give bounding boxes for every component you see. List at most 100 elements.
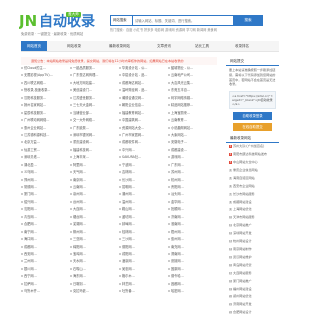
site-link[interactable]: 长沙网... [119, 177, 167, 184]
site-link[interactable]: 重庆建设网... [70, 139, 118, 146]
site-link[interactable]: 江苏盛世服务... [70, 95, 118, 102]
site-link[interactable]: 阿里网... [70, 162, 118, 169]
site-link[interactable]: 常德网... [21, 184, 69, 191]
site-link[interactable]: 芜湖网... [70, 221, 118, 228]
site-link[interactable]: 中兴网... [119, 147, 167, 154]
site-link[interactable]: 儋州网... [168, 236, 216, 243]
site-link[interactable]: 银川网... [21, 266, 69, 273]
site-link[interactable]: 天气网... [70, 169, 118, 176]
nav-item-articles[interactable]: 文章资讯 [157, 41, 171, 51]
site-link[interactable]: 蚌埠网... [119, 221, 167, 228]
site-link[interactable]: 华奥设计站 - 公... [119, 65, 167, 72]
site-link[interactable]: 格尔木... [119, 273, 167, 280]
site-link[interactable]: 深圳贝塔... [21, 154, 69, 161]
site-link[interactable]: 青岛网... [21, 214, 69, 221]
site-link[interactable]: 交一大外网络... [70, 117, 118, 124]
site-link[interactable]: 烟台网... [70, 214, 118, 221]
site-link[interactable]: 仿Cloud的主... [21, 65, 69, 72]
site-link[interactable]: 德令哈... [168, 273, 216, 280]
site-link[interactable]: 江苏德科源科技... [21, 132, 69, 139]
list-item[interactable]: 3 中山网站大全中心 [226, 159, 279, 167]
site-link[interactable]: 中国建筑网... [119, 117, 167, 124]
site-link[interactable]: 郑州网... [21, 177, 69, 184]
site-link[interactable]: 兰州网... [21, 258, 69, 265]
site-link[interactable]: 张掖网... [168, 258, 216, 265]
site-link[interactable]: 南宁网... [21, 229, 69, 236]
site-link[interactable]: 酒泉网... [119, 258, 167, 265]
site-link[interactable]: 西宁网... [21, 273, 69, 280]
site-link[interactable]: 云南地产公司... [168, 72, 216, 79]
site-link[interactable]: 合肥网... [21, 221, 69, 228]
site-link[interactable]: 日喀则... [70, 281, 118, 288]
list-item[interactable]: 22合肥网站设计 [226, 309, 279, 317]
nav-item-ranking[interactable]: 收录排名 [235, 41, 249, 51]
site-link[interactable]: 快收录,极速收录... [21, 87, 69, 94]
site-link[interactable]: 渭南网... [168, 251, 216, 258]
site-link[interactable]: 鞍山网... [119, 206, 167, 213]
site-link[interactable]: 星辰科技服务... [21, 110, 69, 117]
site-link[interactable]: 海东网... [70, 273, 118, 280]
site-link[interactable]: 广州市家居网... [119, 132, 167, 139]
search-button[interactable]: 搜索 [233, 15, 263, 26]
site-link[interactable]: 资源网站大全... [119, 125, 167, 132]
list-item[interactable]: 13杭州网站设计 [226, 238, 279, 246]
list-item[interactable]: 20郑州网站优化 [226, 293, 279, 301]
list-item[interactable]: 7 长沙市网站服务 [226, 191, 279, 199]
site-link[interactable]: 三沙网... [119, 236, 167, 243]
site-link[interactable]: 云南网... [70, 184, 118, 191]
site-link[interactable]: 福建教育网站... [119, 110, 167, 117]
site-link[interactable]: 梧州网... [168, 229, 216, 236]
site-link[interactable]: 上海宝丽来... [168, 110, 216, 117]
site-link[interactable]: 拉萨网... [21, 281, 69, 288]
site-link[interactable]: 固原网... [168, 266, 216, 273]
list-item[interactable]: 19福州网站建设 [226, 286, 279, 294]
site-link[interactable]: 吉林网... [119, 169, 167, 176]
site-link[interactable]: 三亚网... [70, 236, 118, 243]
site-link[interactable]: 宁波网... [119, 162, 167, 169]
site-link[interactable]: 金华网... [168, 199, 216, 206]
list-item[interactable]: 11北京网站推广 [226, 222, 279, 230]
site-link[interactable]: 一起品质服务... [70, 65, 118, 72]
site-link[interactable]: 小说趣阁网站... [168, 125, 216, 132]
site-link[interactable]: 大连网... [70, 206, 118, 213]
list-item[interactable]: 2 南阳市朗达科技网站发布 [226, 151, 279, 159]
list-item[interactable]: 8 成都网站建设 [226, 199, 279, 207]
site-link[interactable]: 成都网... [21, 244, 69, 251]
site-link[interactable]: 汕头网... [168, 191, 216, 198]
site-link[interactable]: 昆明网... [119, 184, 167, 191]
site-link[interactable]: 四川联达网络... [21, 80, 69, 87]
site-link[interactable]: SAKURA社... [119, 154, 167, 161]
site-link[interactable]: 台州网... [70, 199, 118, 206]
list-item[interactable]: 1 苏州大队:(广州加百名) [226, 143, 279, 151]
list-item[interactable]: 17大连网站服务 [226, 270, 279, 278]
site-link[interactable]: 精品网站推荐... [168, 102, 216, 109]
site-link[interactable]: 湖北盈... [21, 162, 69, 169]
list-item[interactable]: 4 重庆企业信息网站 [226, 167, 279, 175]
site-link[interactable]: 克拉玛依... [70, 288, 118, 295]
site-link[interactable]: 沈阳网... [21, 206, 69, 213]
site-link[interactable]: 苏州网... [168, 169, 216, 176]
site-link[interactable]: 天水网... [70, 258, 118, 265]
list-item[interactable]: 6 西安市企业网站 [226, 183, 279, 191]
site-link[interactable]: 成都建设... [168, 147, 216, 154]
site-link[interactable]: 扬州名家网站... [21, 102, 69, 109]
site-link[interactable]: 游戏网... [168, 154, 216, 161]
site-link[interactable]: 温岭财经网 - 品... [119, 87, 167, 94]
site-link[interactable]: 北京万益... [21, 139, 69, 146]
site-link[interactable]: 南京网... [70, 177, 118, 184]
list-item[interactable]: 9 上海网站优化 [226, 206, 279, 214]
site-link[interactable]: 石嘴山... [70, 266, 118, 273]
site-link[interactable]: 上海丰采... [70, 154, 118, 161]
link-code[interactable]: <a href="https://zdsl.cc/" target="_blan… [229, 91, 276, 110]
site-link[interactable]: 淮南网... [168, 221, 216, 228]
nav-item-sites[interactable]: 网站收录 [67, 41, 81, 51]
site-link[interactable]: 南充网... [168, 244, 216, 251]
site-link[interactable]: 抚顺网... [168, 206, 216, 213]
list-item[interactable]: 12深圳网站开发 [226, 230, 279, 238]
site-link[interactable]: 泉州网... [70, 191, 118, 198]
nav-item-tools[interactable]: 站长工具 [195, 41, 209, 51]
site-link[interactable]: 咸阳网... [119, 251, 167, 258]
site-link[interactable]: 广州联动网网络... [21, 117, 69, 124]
site-link[interactable]: 深圳市银河网... [70, 132, 118, 139]
site-link[interactable]: 贵阳网... [168, 184, 216, 191]
